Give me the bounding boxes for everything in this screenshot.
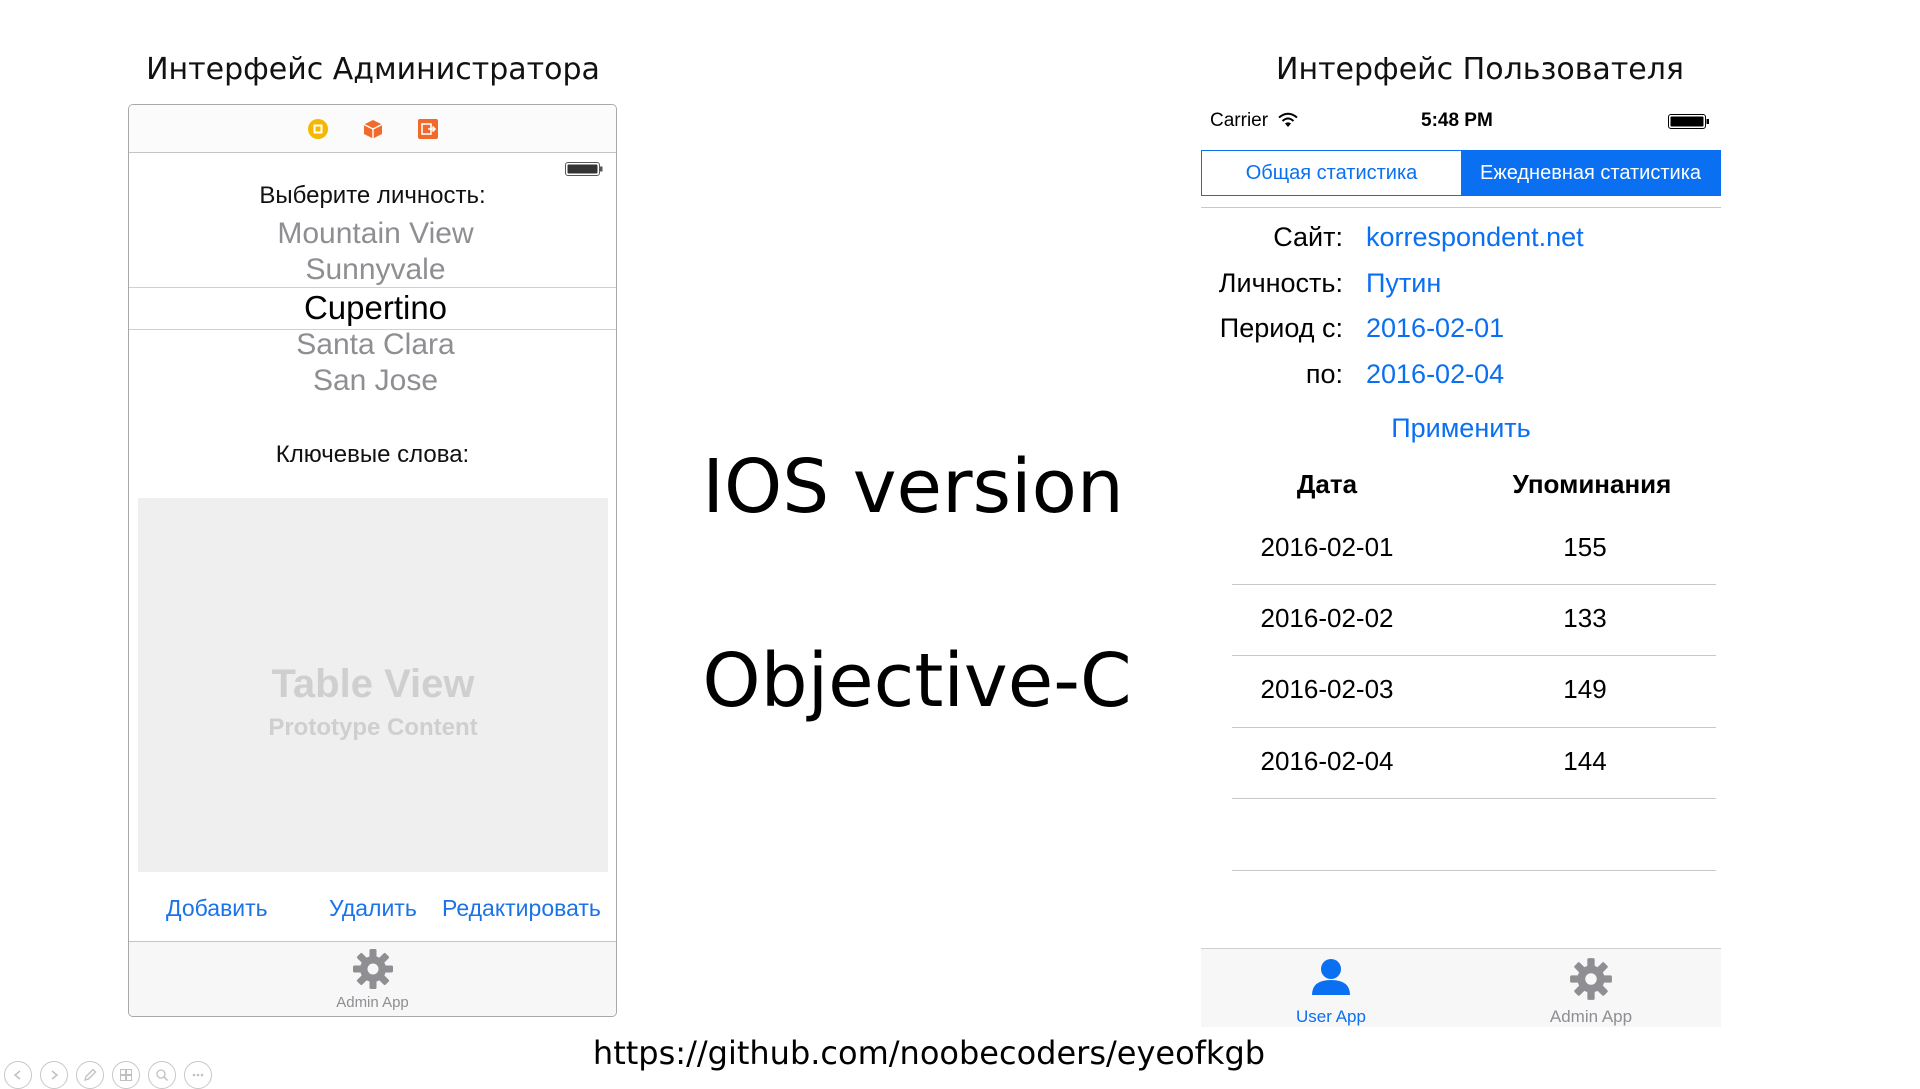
- site-label: Сайт:: [1273, 222, 1343, 252]
- period-from-value[interactable]: 2016-02-01: [1366, 313, 1504, 344]
- period-to-label: по:: [1305, 359, 1343, 389]
- table-cell-date: 2016-02-01: [1260, 532, 1394, 562]
- segment-overall-stats[interactable]: Общая статистика: [1202, 151, 1461, 195]
- picker-item[interactable]: San Jose: [132, 364, 616, 398]
- table-cell-mentions: 144: [1563, 746, 1607, 776]
- table-cell-mentions: 133: [1563, 603, 1607, 633]
- period-from-label: Период с:: [1219, 313, 1343, 343]
- add-button[interactable]: Добавить: [166, 895, 268, 922]
- user-interface-heading: Интерфейс Пользователя: [1276, 52, 1684, 87]
- row-separator: [1232, 655, 1716, 656]
- picker-item[interactable]: Santa Clara: [132, 328, 616, 362]
- battery-icon: [1668, 114, 1710, 134]
- more-options-icon[interactable]: [184, 1061, 212, 1089]
- picker-selected-item[interactable]: Cupertino: [132, 289, 616, 327]
- admin-interface-heading: Интерфейс Администратора: [146, 52, 600, 87]
- table-cell-mentions: 155: [1563, 532, 1607, 562]
- github-url: https://github.com/noobecoders/eyeofkgb: [592, 1034, 1266, 1072]
- pen-icon[interactable]: [76, 1061, 104, 1089]
- picker-label: Выберите личность:: [259, 182, 486, 209]
- ios-version-title: IOS version: [702, 444, 1124, 530]
- admin-tab-bar: Admin App: [129, 941, 616, 1016]
- cube-icon[interactable]: [362, 118, 384, 140]
- gear-icon: [351, 949, 395, 995]
- gear-icon: [1568, 956, 1614, 1007]
- admin-tab-label: Admin App: [336, 994, 409, 1011]
- zoom-icon[interactable]: [148, 1061, 176, 1089]
- picker-item[interactable]: Mountain View: [132, 217, 616, 251]
- user-icon: [1311, 958, 1351, 1001]
- row-separator: [1232, 798, 1716, 799]
- exit-icon[interactable]: [417, 118, 439, 140]
- picker-selection-line-top: [129, 287, 616, 288]
- user-tab-label: User App: [1296, 1007, 1366, 1026]
- admin-tab-label: Admin App: [1549, 1007, 1633, 1026]
- table-placeholder-title: Table View: [271, 662, 475, 706]
- presentation-controls: [4, 1061, 212, 1089]
- segment-daily-stats[interactable]: Ежедневная статистика: [1461, 151, 1720, 195]
- next-slide-icon[interactable]: [40, 1061, 68, 1089]
- segment-divider: [1201, 207, 1721, 208]
- wifi-icon: [1278, 112, 1298, 133]
- table-cell-date: 2016-02-04: [1260, 746, 1394, 776]
- table-cell-mentions: 149: [1563, 674, 1607, 704]
- view-controller-icon[interactable]: [307, 118, 329, 140]
- site-value[interactable]: korrespondent.net: [1366, 222, 1584, 253]
- previous-slide-icon[interactable]: [4, 1061, 32, 1089]
- keywords-table-view[interactable]: Table View Prototype Content: [138, 498, 608, 872]
- stats-segmented-control: Общая статистика Ежедневная статистика: [1201, 150, 1721, 196]
- objective-c-title: Objective-C: [702, 638, 1132, 724]
- person-value[interactable]: Путин: [1366, 268, 1441, 299]
- carrier-label: Carrier: [1210, 110, 1269, 131]
- table-placeholder-subtitle: Prototype Content: [268, 714, 478, 741]
- user-tab-bar: User App Admin App: [1201, 948, 1721, 1027]
- status-time: 5:48 PM: [1421, 110, 1493, 131]
- row-separator: [1232, 870, 1716, 871]
- admin-app-tab[interactable]: Admin App: [129, 947, 616, 1011]
- admin-app-tab[interactable]: Admin App: [1461, 949, 1721, 1027]
- storyboard-scene-toolbar: [129, 105, 616, 153]
- picker-item[interactable]: Sunnyvale: [132, 253, 616, 287]
- table-cell-date: 2016-02-02: [1260, 603, 1394, 633]
- apply-button[interactable]: Применить: [1201, 413, 1721, 444]
- keywords-label: Ключевые слова:: [275, 441, 470, 468]
- admin-storyboard-frame: Выберите личность: Mountain View Sunnyva…: [128, 104, 617, 1017]
- table-header-mentions: Упоминания: [1512, 469, 1672, 499]
- period-to-value[interactable]: 2016-02-04: [1366, 359, 1504, 390]
- slides-grid-icon[interactable]: [112, 1061, 140, 1089]
- table-header-date: Дата: [1296, 469, 1358, 499]
- battery-icon: [565, 162, 603, 181]
- person-label: Личность:: [1218, 268, 1343, 298]
- user-app-screen: Carrier 5:48 PM Общая статистика Ежеднев…: [1201, 104, 1721, 1027]
- row-separator: [1232, 727, 1716, 728]
- edit-button[interactable]: Редактировать: [442, 895, 601, 922]
- row-separator: [1232, 584, 1716, 585]
- delete-button[interactable]: Удалить: [329, 895, 417, 922]
- table-cell-date: 2016-02-03: [1260, 674, 1394, 704]
- user-app-tab[interactable]: User App: [1201, 949, 1461, 1027]
